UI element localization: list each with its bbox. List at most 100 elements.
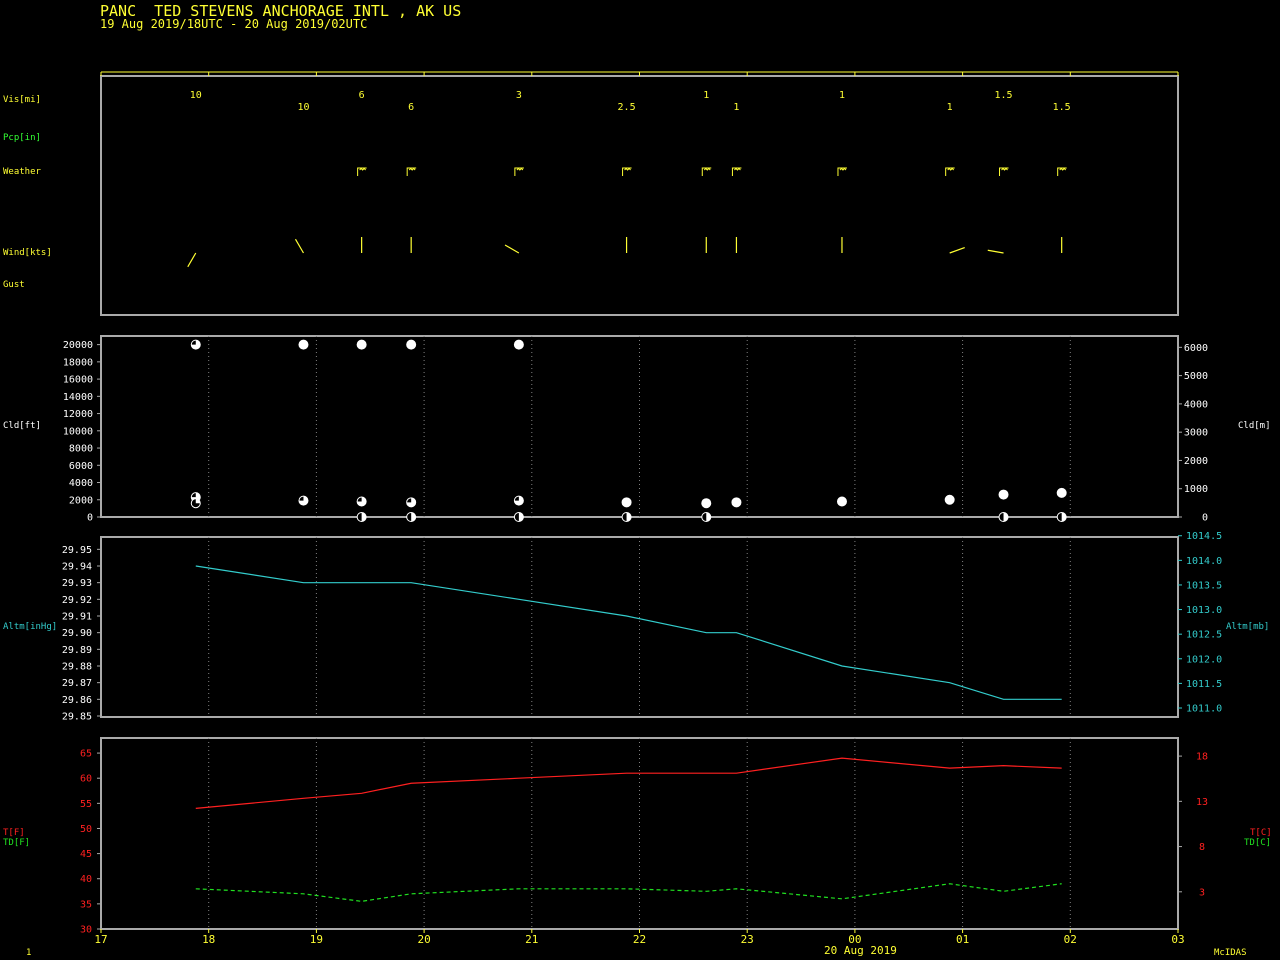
- weather-symbol: [945, 167, 955, 176]
- weather-label: Weather: [3, 167, 41, 177]
- visibility-value: 10: [297, 102, 309, 113]
- cloud-y-label: 6000: [69, 461, 93, 472]
- cloud-right-label: 6000: [1184, 343, 1208, 354]
- weather-symbol: [622, 167, 632, 176]
- temperature-right-label: 13: [1196, 797, 1208, 808]
- altimeter-right-label: 1012.5: [1186, 630, 1222, 641]
- x-axis-label: 20: [417, 933, 430, 946]
- altimeter-y-label: 29.90: [62, 628, 92, 639]
- cloud-m-label: Cld[m]: [1238, 421, 1271, 431]
- cloud-y-label: 8000: [69, 444, 93, 455]
- mcidas-brand: McIDAS: [1214, 948, 1247, 958]
- cloud-right-label: 5000: [1184, 371, 1208, 382]
- altimeter-right-label: 1013.0: [1186, 605, 1222, 616]
- cloud-cover-symbol: [298, 339, 309, 350]
- temperature-y-label: 40: [80, 874, 92, 885]
- visibility-value: 1: [733, 102, 739, 113]
- weather-symbol: [731, 167, 742, 176]
- altimeter-right-label: 1014.0: [1186, 556, 1222, 567]
- cloud-cover-symbol: [731, 497, 742, 508]
- altm-mb-label: Altm[mb]: [1226, 622, 1270, 632]
- cloud-right-label: 3000: [1184, 428, 1208, 439]
- temperature-y-label: 65: [80, 749, 92, 760]
- temp-f-label: T[F]: [3, 828, 25, 838]
- altimeter-y-label: 29.87: [62, 678, 92, 689]
- x-axis-label: 18: [202, 933, 215, 946]
- altimeter-right-label: 1011.0: [1186, 703, 1222, 714]
- x-axis-label: 02: [1064, 933, 1077, 946]
- weather-symbol: [701, 167, 712, 176]
- temperature-y-label: 60: [80, 774, 92, 785]
- altimeter-right-label: 1011.5: [1186, 679, 1222, 690]
- cloud-right-label: 0: [1202, 513, 1208, 524]
- cloud-y-label: 20000: [63, 340, 93, 351]
- visibility-value: 1: [947, 102, 953, 113]
- visibility-value: 1: [839, 90, 845, 101]
- dewpoint-line: [195, 883, 1062, 902]
- wind-barb: [987, 249, 1004, 254]
- cloud-y-label: 10000: [63, 426, 93, 437]
- altimeter-y-label: 29.94: [62, 562, 92, 573]
- x-axis-label: 01: [956, 933, 969, 946]
- weather-symbol: [406, 167, 417, 176]
- meteogram: 10 6 3 1 1 1.5 10 6 2.5 1 1 1.5 0 2000 4000 6000 8000 100…: [62, 71, 1222, 946]
- cloud-right-label: 4000: [1184, 399, 1208, 410]
- visibility-value: 10: [190, 90, 202, 101]
- cloud-y-label: 12000: [63, 409, 93, 420]
- x-axis-label: 19: [310, 933, 323, 946]
- cloud-cover-symbol: [701, 498, 712, 509]
- altm-inhg-label: Altm[inHg]: [3, 622, 58, 632]
- x-axis-label: 23: [741, 933, 754, 946]
- weather-symbol: [514, 167, 524, 176]
- cloud-cover-symbol: [513, 339, 524, 350]
- weather-symbol: [999, 167, 1009, 176]
- altimeter-y-label: 29.95: [62, 545, 92, 556]
- wind-barb: [294, 238, 304, 254]
- cloud-y-label: 2000: [69, 495, 93, 506]
- altimeter-y-label: 29.88: [62, 662, 92, 673]
- x-axis-label: 21: [525, 933, 538, 946]
- altimeter-y-label: 29.85: [62, 712, 92, 723]
- weather-symbol: [837, 167, 847, 176]
- cloud-cover-symbol: [944, 494, 955, 505]
- visibility-value: 1: [703, 90, 709, 101]
- wind-barb: [187, 252, 197, 268]
- visibility-value: 6: [408, 102, 414, 113]
- frame-number: 1: [26, 948, 32, 958]
- cloud-y-label: 18000: [63, 357, 93, 368]
- cloud-y-label: 0: [87, 513, 93, 524]
- wind-label: Wind[kts]: [3, 248, 52, 258]
- cloud-right-label: 1000: [1184, 484, 1208, 495]
- visibility-value: 3: [516, 90, 522, 101]
- pcp-label: Pcp[in]: [3, 133, 41, 143]
- temp-c-label: T[C]: [1250, 828, 1272, 838]
- altimeter-y-label: 29.92: [62, 595, 92, 606]
- altimeter-right-label: 1013.5: [1186, 580, 1222, 591]
- altimeter-right-label: 1012.0: [1186, 654, 1222, 665]
- wind-barb: [949, 246, 965, 254]
- gust-label: Gust: [3, 280, 25, 290]
- cloud-right-label: 2000: [1184, 456, 1208, 467]
- cloud-ft-label: Cld[ft]: [3, 421, 41, 431]
- visibility-value: 2.5: [618, 102, 636, 113]
- altimeter-y-label: 29.89: [62, 645, 92, 656]
- temperature-right-label: 18: [1196, 752, 1208, 763]
- x-axis-label: 17: [94, 933, 107, 946]
- altimeter-y-label: 29.91: [62, 612, 92, 623]
- vis-label: Vis[mi]: [3, 95, 41, 105]
- dewpoint-f-label: TD[F]: [3, 838, 31, 848]
- visibility-value: 1.5: [1053, 102, 1071, 113]
- altimeter-line: [195, 565, 1062, 700]
- cloud-y-label: 16000: [63, 375, 93, 386]
- temperature-y-label: 50: [80, 824, 92, 835]
- cloud-cover-symbol: [406, 339, 417, 350]
- visibility-value: 6: [359, 90, 365, 101]
- x-axis-label: 22: [633, 933, 646, 946]
- altimeter-right-label: 1014.5: [1186, 531, 1222, 542]
- cloud-cover-symbol: [836, 496, 847, 507]
- temperature-y-label: 55: [80, 799, 92, 810]
- temperature-line: [195, 757, 1062, 809]
- altimeter-y-label: 29.86: [62, 695, 92, 706]
- obs-panel-frame: [100, 75, 1179, 316]
- cloud-y-label: 4000: [69, 478, 93, 489]
